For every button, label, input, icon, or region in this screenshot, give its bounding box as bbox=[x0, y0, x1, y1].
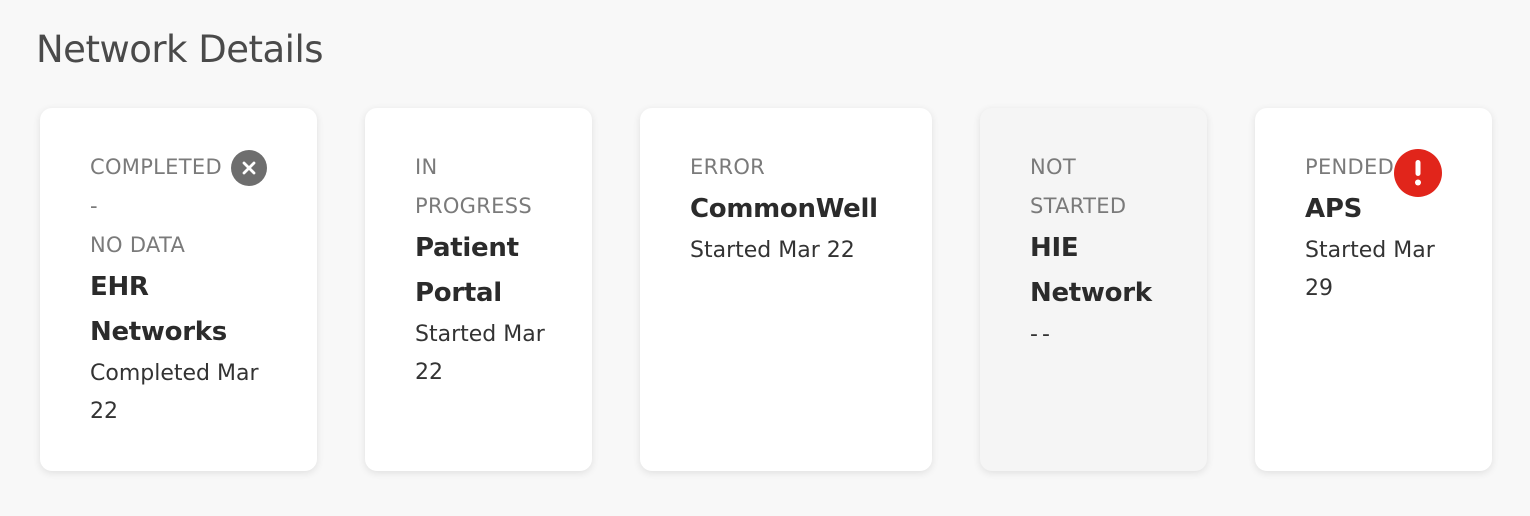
network-status: COMPLETED - NO DATA bbox=[90, 155, 222, 257]
network-name: APS bbox=[1305, 194, 1363, 224]
network-status: NOT STARTED bbox=[1030, 155, 1127, 218]
network-date: Completed Mar 22 bbox=[90, 361, 259, 424]
network-card-aps[interactable]: PENDED APS Started Mar 29 bbox=[1255, 108, 1492, 471]
network-name: Patient Portal bbox=[415, 233, 519, 308]
network-date: Started Mar 22 bbox=[690, 238, 855, 263]
network-card-patient-portal[interactable]: IN PROGRESS Patient Portal Started Mar 2… bbox=[365, 108, 592, 471]
network-status: PENDED bbox=[1305, 155, 1395, 179]
network-card-commonwell[interactable]: ERROR CommonWell Started Mar 22 bbox=[640, 108, 932, 471]
page-title: Network Details bbox=[36, 28, 324, 71]
network-date: -- bbox=[1030, 322, 1054, 347]
network-status: IN PROGRESS bbox=[415, 155, 532, 218]
network-card-ehr-networks[interactable]: COMPLETED - NO DATA EHR Networks Complet… bbox=[40, 108, 317, 471]
network-name: EHR Networks bbox=[90, 272, 227, 347]
network-card-hie-network[interactable]: NOT STARTED HIE Network -- bbox=[980, 108, 1207, 471]
network-status: ERROR bbox=[690, 155, 766, 179]
network-date: Started Mar 29 bbox=[1305, 238, 1435, 301]
network-name: CommonWell bbox=[690, 194, 878, 224]
network-name: HIE Network bbox=[1030, 233, 1152, 308]
network-date: Started Mar 22 bbox=[415, 322, 545, 385]
